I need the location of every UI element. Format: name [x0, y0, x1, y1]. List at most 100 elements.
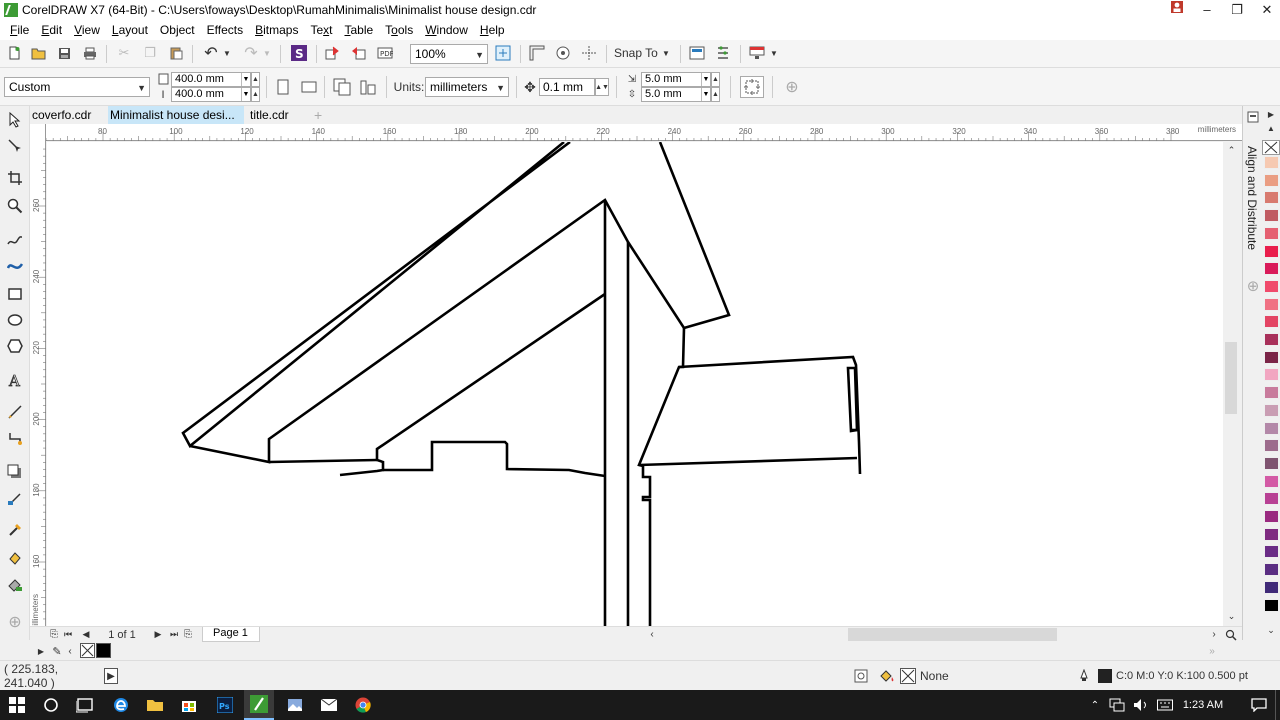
drawing-canvas[interactable]	[47, 142, 1223, 626]
vertical-ruler[interactable]: 260 240 220 200 180 160 millimeters	[30, 124, 46, 632]
no-color-swatch[interactable]	[80, 643, 95, 658]
show-hidden-icons-chevron-icon[interactable]: ⌃	[1086, 696, 1104, 714]
color-swatch[interactable]	[1264, 333, 1279, 346]
color-swatch[interactable]	[1264, 421, 1279, 435]
nudge-distance-input[interactable]: 0.1 mm	[539, 78, 595, 96]
previous-page-icon[interactable]: ◀	[80, 628, 92, 641]
smart-fill-tool-icon[interactable]	[5, 574, 25, 594]
user-icon[interactable]	[1162, 0, 1192, 20]
color-swatch[interactable]	[1264, 368, 1279, 382]
fill-bucket-icon[interactable]	[878, 668, 896, 684]
palette-scroll-left-icon[interactable]: ‹	[66, 645, 74, 657]
color-swatch[interactable]	[1264, 492, 1279, 506]
drop-shadow-tool-icon[interactable]	[5, 462, 25, 482]
minimize-button[interactable]: –	[1192, 0, 1222, 20]
parallel-dimension-tool-icon[interactable]	[5, 402, 25, 422]
menu-effects[interactable]: Effects	[201, 20, 249, 40]
palette-scroll-up-icon[interactable]: ▶	[1262, 106, 1280, 122]
page-height-input[interactable]: 400.0 mm ▼	[171, 87, 251, 102]
menu-object[interactable]: Object	[154, 20, 201, 40]
text-tool-icon[interactable]: A	[5, 370, 25, 390]
palette-up-chevron-icon[interactable]: ▲	[1262, 122, 1280, 134]
vertical-scrollbar[interactable]: ⌃ ⌄	[1223, 142, 1240, 626]
photo-app-icon[interactable]	[286, 696, 304, 714]
menu-view[interactable]: View	[68, 20, 106, 40]
palette-expand-arrow-icon[interactable]: ▶	[36, 645, 46, 657]
docker-align-icon[interactable]	[1246, 110, 1260, 124]
color-swatch[interactable]	[1264, 456, 1279, 470]
store-icon[interactable]	[180, 696, 198, 714]
menu-tools[interactable]: Tools	[379, 20, 419, 40]
launcher-chevron-down-icon[interactable]: ▼	[768, 46, 780, 60]
chevron-down-icon[interactable]: ▼	[241, 88, 250, 101]
import-icon[interactable]	[324, 44, 342, 62]
file-explorer-icon[interactable]	[146, 696, 164, 714]
options-icon[interactable]	[714, 44, 732, 62]
color-swatch[interactable]	[1264, 191, 1279, 205]
color-swatch[interactable]	[1264, 527, 1279, 541]
transparency-tool-icon[interactable]	[5, 488, 25, 508]
show-desktop-button[interactable]	[1275, 690, 1280, 720]
cut-icon[interactable]: ✂	[116, 45, 132, 61]
color-swatch[interactable]	[1264, 315, 1279, 329]
palette-scroll-right-icon[interactable]: »	[1202, 645, 1222, 657]
volume-icon[interactable]	[1132, 696, 1150, 714]
page-height-spinner-icon[interactable]: ▲	[251, 87, 260, 102]
open-folder-icon[interactable]	[30, 45, 46, 61]
page-size-select[interactable]: Custom ▼	[4, 77, 150, 97]
color-swatch[interactable]	[1264, 350, 1279, 364]
menu-file[interactable]: File	[4, 20, 35, 40]
page-counter[interactable]: 1 of 1	[100, 628, 144, 641]
chevron-down-icon[interactable]: ▼	[241, 73, 250, 86]
outline-pen-icon[interactable]	[1076, 668, 1092, 684]
show-guidelines-icon[interactable]	[580, 44, 598, 62]
insert-page-before-icon[interactable]: ⎘	[48, 628, 60, 641]
zoom-navigator-icon[interactable]	[1224, 628, 1238, 641]
menu-window[interactable]: Window	[419, 20, 474, 40]
new-document-icon[interactable]	[6, 45, 22, 61]
treat-as-filled-icon[interactable]	[740, 76, 764, 98]
color-swatch[interactable]	[1264, 386, 1279, 400]
nudge-spinner-icon[interactable]: ▲▼	[595, 78, 609, 96]
vertical-scroll-thumb[interactable]	[1225, 342, 1237, 414]
add-docker-plus-icon[interactable]: ⊕	[1245, 278, 1261, 295]
page-width-input[interactable]: 400.0 mm ▼	[171, 72, 251, 87]
color-swatch[interactable]	[1264, 439, 1279, 453]
application-launcher-icon[interactable]	[748, 44, 766, 62]
artistic-media-tool-icon[interactable]	[5, 256, 25, 276]
welcome-screen-icon[interactable]	[688, 44, 706, 62]
shape-tool-icon[interactable]	[5, 136, 25, 156]
all-pages-icon[interactable]	[332, 77, 352, 97]
horizontal-ruler[interactable]: 80 100 120 140 160 180 200 220 240 260 280 300 320 34…	[46, 124, 1242, 141]
color-swatch[interactable]	[1264, 279, 1279, 293]
scroll-down-chevron-icon[interactable]: ⌄	[1225, 610, 1238, 622]
freehand-tool-icon[interactable]	[5, 230, 25, 250]
color-swatch[interactable]	[1264, 580, 1279, 594]
next-page-icon[interactable]: ▶	[152, 628, 164, 641]
color-swatch[interactable]	[1264, 297, 1279, 311]
photoshop-icon[interactable]: Ps	[216, 696, 234, 714]
crop-tool-icon[interactable]	[5, 168, 25, 188]
redo-dropdown-chevron-icon[interactable]: ▼	[262, 46, 272, 60]
keyboard-icon[interactable]	[1156, 696, 1174, 714]
align-and-distribute-docker-tab[interactable]: Align and Distribute	[1245, 146, 1259, 250]
zoom-level-select[interactable]: 100% ▼	[410, 44, 488, 64]
new-tab-plus-icon[interactable]: +	[312, 106, 326, 124]
first-page-icon[interactable]: ⏮	[62, 628, 74, 641]
edge-browser-icon[interactable]	[112, 696, 130, 714]
duplicate-y-spinner-icon[interactable]: ▲	[711, 87, 720, 102]
chrome-icon[interactable]	[354, 696, 372, 714]
tab-minimalist-house-design[interactable]: Minimalist house desi...	[108, 106, 244, 124]
black-swatch[interactable]	[96, 643, 111, 658]
color-swatch[interactable]	[1264, 563, 1279, 577]
publish-pdf-icon[interactable]: PDF	[376, 44, 394, 62]
redo-icon[interactable]: ↷	[242, 44, 260, 62]
chevron-down-icon[interactable]: ▼	[701, 88, 710, 101]
rectangle-tool-icon[interactable]	[5, 284, 25, 304]
undo-dropdown-chevron-icon[interactable]: ▼	[222, 46, 232, 60]
menu-edit[interactable]: Edit	[35, 20, 68, 40]
coreldraw-taskbar-icon[interactable]	[244, 690, 274, 720]
zoom-tool-icon[interactable]	[5, 196, 25, 216]
tab-coverfo[interactable]: coverfo.cdr	[30, 106, 100, 124]
quick-customize-tools-icon[interactable]: ⊕	[5, 612, 25, 632]
